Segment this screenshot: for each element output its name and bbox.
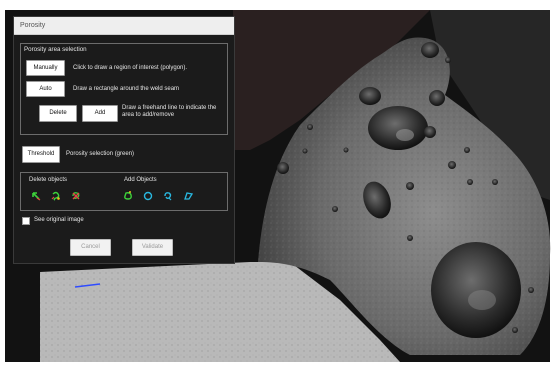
validate-button[interactable]: Validate — [132, 239, 173, 256]
threshold-description: Porosity selection (green) — [66, 151, 135, 157]
manual-description: Click to draw a region of interest (poly… — [73, 65, 188, 71]
lasso-delete-icon[interactable] — [71, 191, 81, 201]
arrow-cursor-icon[interactable] — [31, 191, 41, 201]
porosity-dialog: Porosity Porosity area selection Manuall… — [13, 16, 235, 264]
scribble-icon[interactable] — [51, 191, 61, 201]
loop-icon[interactable] — [163, 191, 173, 201]
add-area-button[interactable]: Add — [82, 105, 118, 122]
see-original-checkbox[interactable] — [22, 217, 30, 225]
delete-objects-title: Delete objects — [29, 177, 68, 183]
circle-icon[interactable] — [143, 191, 153, 201]
dialog-title: Porosity — [14, 17, 234, 35]
porosity-area-title: Porosity area selection — [24, 46, 87, 53]
objects-group: Delete objects Add Objects — [20, 172, 228, 211]
polygon-icon[interactable] — [183, 191, 193, 201]
add-objects-title: Add Objects — [124, 177, 157, 183]
manually-button[interactable]: Manually — [26, 60, 65, 76]
freehand-description: Draw a freehand line to indicate the are… — [122, 105, 217, 118]
auto-description: Draw a rectangle around the weld seam — [73, 86, 180, 92]
blob-add-icon[interactable] — [123, 191, 133, 201]
see-original-label: See original image — [34, 217, 84, 223]
delete-area-button[interactable]: Delete — [39, 105, 77, 122]
porosity-area-group: Porosity area selection Manually Click t… — [20, 43, 228, 135]
threshold-button[interactable]: Threshold — [22, 146, 60, 163]
cancel-button[interactable]: Cancel — [70, 239, 111, 256]
auto-button[interactable]: Auto — [26, 81, 65, 97]
